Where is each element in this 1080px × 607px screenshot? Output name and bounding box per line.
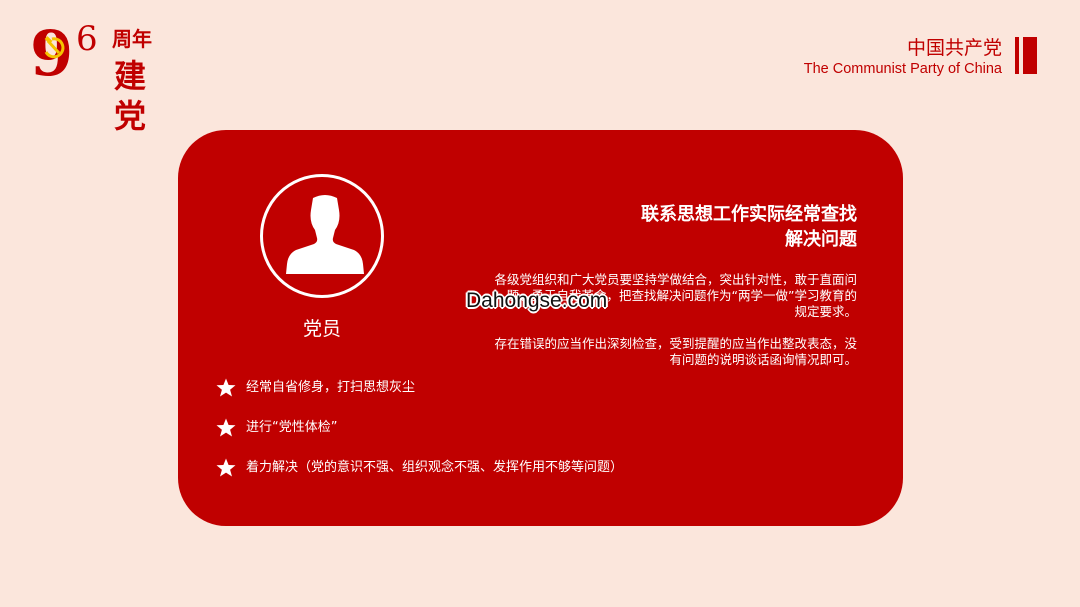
point-text: 进行“党性体检”	[246, 420, 338, 435]
brand-title: 中国共产党 The Communist Party of China	[804, 36, 1002, 78]
person-silhouette-icon	[286, 195, 364, 274]
role-label: 党员	[302, 318, 341, 340]
list-item: 进行“党性体检”	[216, 416, 676, 456]
anniversary-logo: 9 6 周年 建党	[30, 18, 170, 136]
brand-bar-thin	[1015, 37, 1019, 74]
brand-bars-decoration	[1015, 37, 1039, 74]
list-item: 经常自省修身，打扫思想灰尘	[216, 376, 676, 416]
star-icon	[216, 458, 236, 477]
brand-english: The Communist Party of China	[803, 61, 1002, 77]
heading-line: 联系思想工作实际经常查找	[641, 204, 857, 225]
content-card: 党员 经常自省修身，打扫思想灰尘 进行“党性体检” 着力解决（党的意识不强、组织…	[178, 130, 903, 526]
point-list: 经常自省修身，打扫思想灰尘 进行“党性体检” 着力解决（党的意识不强、组织观念不…	[216, 376, 676, 496]
logo-anniversary-text: 周年	[112, 27, 152, 51]
avatar	[260, 174, 384, 298]
brand-chinese: 中国共产党	[906, 37, 1002, 59]
star-icon	[216, 378, 236, 397]
logo-founding-text: 建党	[114, 57, 147, 135]
hammer-sickle-icon	[44, 36, 65, 59]
watermark-text: Dahongse.com	[466, 289, 608, 312]
heading-line: 解决问题	[785, 229, 857, 250]
paragraph-line: 各级党组织和广大党员要坚持学做结合，突出针对性，敢于直面问	[494, 272, 857, 287]
brand-bar-thick	[1023, 37, 1037, 74]
list-item: 着力解决（党的意识不强、组织观念不强、发挥作用不够等问题）	[216, 456, 676, 496]
logo-digit-six: 6	[76, 19, 98, 59]
paragraph-secondary: 存在错误的应当作出深刻检查，受到提醒的应当作出整改表态，没 有问题的说明谈话函询…	[457, 336, 857, 368]
paragraph-line: 有问题的说明谈话函询情况即可。	[669, 352, 857, 367]
star-icon	[216, 418, 236, 437]
section-heading: 联系思想工作实际经常查找 解决问题	[557, 202, 857, 252]
paragraph-line: 存在错误的应当作出深刻检查，受到提醒的应当作出整改表态，没	[494, 336, 857, 351]
point-text: 经常自省修身，打扫思想灰尘	[246, 380, 416, 395]
point-text: 着力解决（党的意识不强、组织观念不强、发挥作用不够等问题）	[246, 460, 624, 475]
